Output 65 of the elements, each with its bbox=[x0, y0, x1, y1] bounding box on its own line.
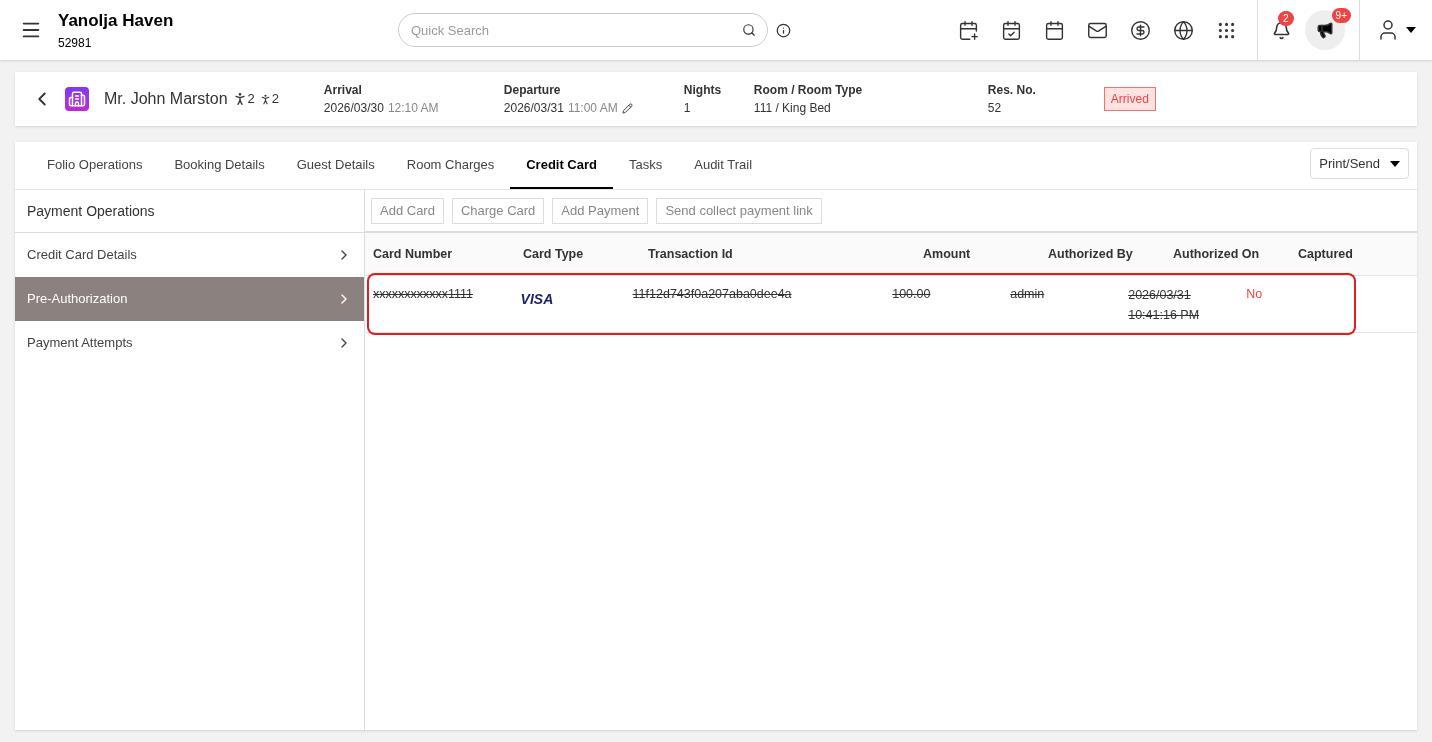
info-icon[interactable] bbox=[776, 22, 791, 38]
column-header: Amount bbox=[923, 245, 972, 263]
field-value: 2026/03/30 bbox=[323, 100, 384, 117]
field-label: Departure bbox=[503, 82, 562, 99]
megaphone-icon bbox=[1316, 21, 1334, 39]
field-value: 1 bbox=[683, 100, 691, 117]
table-cell-text: admin bbox=[1010, 286, 1045, 303]
tab[interactable]: Guest Details bbox=[280, 142, 391, 189]
field-value: 2026/03/31 bbox=[503, 100, 564, 117]
column-header: Captured bbox=[1298, 245, 1354, 263]
card-type-logo: VISA bbox=[520, 290, 554, 309]
notification-badge: 2 bbox=[1278, 10, 1294, 26]
edit-icon[interactable] bbox=[621, 102, 633, 114]
adult-count: 2 bbox=[247, 90, 255, 109]
toolbar-button[interactable]: Send collect payment link bbox=[656, 197, 822, 224]
globe-icon[interactable] bbox=[1173, 19, 1194, 41]
field-time: 12:10 AM bbox=[387, 100, 439, 117]
column-header: Authorized By bbox=[1048, 245, 1134, 263]
sidebar-title: Payment Operations bbox=[15, 190, 364, 233]
table-cell-text: No bbox=[1246, 286, 1263, 303]
table-cell-text: 2026/03/31 10:41:16 PM bbox=[1128, 287, 1201, 324]
tab[interactable]: Room Charges bbox=[390, 142, 511, 189]
caret-icon bbox=[1406, 27, 1416, 33]
column-header: Card Number bbox=[373, 245, 454, 263]
field-value: 111 / King Bed bbox=[753, 100, 831, 117]
field-value: 52 bbox=[987, 100, 1002, 117]
building-icon bbox=[65, 87, 89, 111]
column-header: Authorized On bbox=[1173, 245, 1261, 263]
field-label: Arrival bbox=[323, 82, 363, 99]
field-label: Nights bbox=[683, 82, 723, 99]
sidebar-item[interactable]: Payment Attempts bbox=[15, 321, 364, 365]
tab[interactable]: Tasks bbox=[613, 142, 679, 189]
calendar-plus-icon[interactable] bbox=[958, 19, 979, 41]
dollar-icon[interactable] bbox=[1130, 19, 1151, 41]
column-header: Card Type bbox=[523, 245, 585, 263]
guest-name: Mr. John Marston bbox=[104, 89, 228, 109]
bell-icon[interactable] bbox=[1272, 20, 1291, 40]
tab[interactable]: Credit Card bbox=[510, 142, 613, 189]
search-field[interactable]: Quick Search bbox=[398, 13, 768, 47]
tab[interactable]: Folio Operations bbox=[31, 142, 159, 189]
column-header: Transaction Id bbox=[648, 245, 734, 263]
table-cell-text: 11f12d743f0a207aba0dee4a bbox=[632, 286, 792, 303]
field-label: Room / Room Type bbox=[753, 82, 864, 99]
search-icon[interactable] bbox=[742, 23, 756, 37]
table-row[interactable]: xxxxxxxxxxxx1111 VISA 11f12d743f0a207aba0dee4a 100.00 admin 2026/03/31 10:41:16 PM No bbox=[369, 275, 1354, 333]
sidebar-item[interactable]: Pre-Authorization bbox=[15, 277, 364, 321]
tab[interactable]: Audit Trail bbox=[678, 142, 769, 189]
caret-icon bbox=[1390, 160, 1400, 167]
hotel-name: Yanolja Haven bbox=[58, 10, 175, 33]
field-label: Res. No. bbox=[987, 82, 1037, 99]
table-cell-text: xxxxxxxxxxxx1111 bbox=[373, 286, 474, 303]
calendar-check-icon[interactable] bbox=[1001, 19, 1022, 41]
toolbar-button[interactable]: Add Payment bbox=[552, 197, 649, 224]
child-count: 2 bbox=[271, 90, 281, 109]
sidebar-item[interactable]: Credit Card Details bbox=[15, 233, 364, 277]
table-cell-text: 100.00 bbox=[892, 286, 931, 303]
field-time: 11:00 AM bbox=[567, 100, 618, 117]
tab[interactable]: Booking Details bbox=[158, 142, 281, 189]
print-send-button[interactable]: Print/Send bbox=[1310, 148, 1409, 179]
announcements-button[interactable] bbox=[1305, 10, 1345, 50]
hotel-id: 52981 bbox=[58, 34, 93, 52]
toolbar-button[interactable]: Add Card bbox=[371, 197, 444, 224]
calendar-icon[interactable] bbox=[1044, 19, 1065, 41]
toolbar-button[interactable]: Charge Card bbox=[451, 197, 545, 224]
status-badge: Arrived bbox=[1103, 87, 1156, 111]
